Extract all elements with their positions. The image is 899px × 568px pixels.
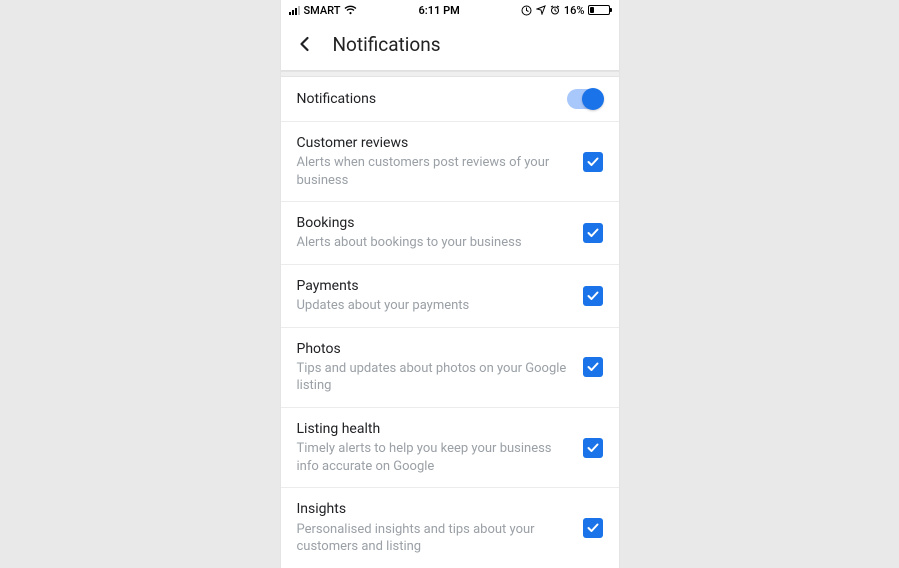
page-title: Notifications — [333, 33, 441, 56]
master-toggle-label: Notifications — [297, 90, 555, 108]
check-icon — [586, 155, 600, 169]
check-icon — [586, 289, 600, 303]
notifications-toggle[interactable] — [567, 89, 603, 109]
item-desc: Tips and updates about photos on your Go… — [297, 360, 571, 395]
back-button[interactable] — [293, 32, 317, 56]
list-item: Bookings Alerts about bookings to your b… — [281, 202, 619, 265]
item-title: Bookings — [297, 214, 571, 232]
item-title: Customer reviews — [297, 134, 571, 152]
item-desc: Timely alerts to help you keep your busi… — [297, 440, 571, 475]
item-title: Payments — [297, 277, 571, 295]
list-item: Payments Updates about your payments — [281, 265, 619, 328]
orientation-lock-icon — [521, 5, 532, 16]
phone-frame: SMART 6:11 PM 16% Notifications — [281, 0, 619, 568]
checkbox-customer-reviews[interactable] — [583, 152, 603, 172]
toggle-knob — [582, 88, 604, 110]
checkbox-insights[interactable] — [583, 518, 603, 538]
status-time: 6:11 PM — [419, 4, 460, 17]
location-icon — [536, 5, 546, 15]
item-desc: Alerts when customers post reviews of yo… — [297, 154, 571, 189]
signal-icon — [289, 6, 300, 15]
battery-pct-label: 16% — [564, 4, 585, 17]
list-item: Customer reviews Alerts when customers p… — [281, 122, 619, 202]
list-item: Insights Personalised insights and tips … — [281, 488, 619, 568]
settings-list: Notifications Customer reviews Alerts wh… — [281, 71, 619, 568]
wifi-icon — [344, 5, 357, 15]
item-desc: Updates about your payments — [297, 297, 571, 315]
list-item: Listing health Timely alerts to help you… — [281, 408, 619, 488]
checkbox-payments[interactable] — [583, 286, 603, 306]
alarm-icon — [550, 5, 560, 15]
check-icon — [586, 521, 600, 535]
item-title: Listing health — [297, 420, 571, 438]
check-icon — [586, 360, 600, 374]
item-desc: Personalised insights and tips about you… — [297, 521, 571, 556]
checkbox-bookings[interactable] — [583, 223, 603, 243]
status-right: 16% — [521, 4, 611, 17]
nav-header: Notifications — [281, 20, 619, 71]
carrier-label: SMART — [304, 4, 341, 17]
status-left: SMART — [289, 4, 358, 17]
check-icon — [586, 226, 600, 240]
battery-icon — [588, 5, 610, 15]
item-title: Insights — [297, 500, 571, 518]
item-desc: Alerts about bookings to your business — [297, 234, 571, 252]
chevron-left-icon — [296, 35, 314, 53]
checkbox-listing-health[interactable] — [583, 438, 603, 458]
status-bar: SMART 6:11 PM 16% — [281, 0, 619, 20]
list-item: Photos Tips and updates about photos on … — [281, 328, 619, 408]
item-title: Photos — [297, 340, 571, 358]
checkbox-photos[interactable] — [583, 357, 603, 377]
master-toggle-row: Notifications — [281, 77, 619, 122]
check-icon — [586, 441, 600, 455]
